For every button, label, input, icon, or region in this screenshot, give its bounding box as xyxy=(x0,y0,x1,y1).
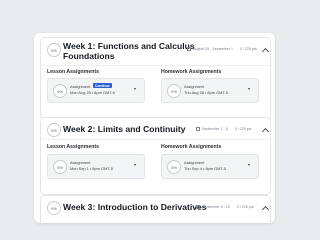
week-title: Week 3: Introduction to Derivatives xyxy=(63,202,207,212)
week-meta: September 8 - 15 0 / 225 pts xyxy=(196,205,254,209)
continue-badge[interactable]: Continue xyxy=(93,83,112,89)
caret-down-icon[interactable] xyxy=(248,164,250,166)
week-points: 0 / 225 pts xyxy=(239,47,257,51)
assignment-progress-value: 0% xyxy=(57,164,63,170)
chevron-up-icon[interactable] xyxy=(261,47,270,56)
week-2-card: 0% Week 2: Limits and Continuity Septemb… xyxy=(40,117,271,195)
week-dates: September 1 - 8 xyxy=(202,127,228,131)
assignment-title: Assignment xyxy=(70,84,91,89)
week-title: Week 2: Limits and Continuity xyxy=(63,124,186,134)
divider xyxy=(41,139,270,140)
week-meta: August 25 - September 1 0 / 225 pts xyxy=(187,47,257,51)
homework-assignments-label: Homework Assignments xyxy=(161,144,222,150)
assignment-title: Assignment xyxy=(70,160,91,165)
homework-assignment-card[interactable]: 0% Assignment Thu Sep 4 • 8pm GMT-5 xyxy=(161,154,259,179)
lesson-assignments-label: Lesson Assignments xyxy=(47,144,99,150)
chevron-up-icon[interactable] xyxy=(261,127,270,136)
caret-down-icon[interactable] xyxy=(134,88,136,90)
homework-assignment-card[interactable]: 0% Assignment Thu Aug 28 • 8pm GMT-5 xyxy=(161,78,259,103)
calendar-icon xyxy=(196,205,200,209)
week-1-card: 0% Week 1: Functions and Calculus Founda… xyxy=(40,37,271,121)
week-points: 0 / 225 pts xyxy=(236,205,254,209)
week-progress-circle: 0% xyxy=(47,201,61,215)
week-progress-circle: 0% xyxy=(47,123,61,137)
week-1-header[interactable]: 0% Week 1: Functions and Calculus Founda… xyxy=(41,38,270,62)
lesson-assignments-label: Lesson Assignments xyxy=(47,69,99,75)
assignment-progress-value: 0% xyxy=(171,88,177,94)
week-dates: August 25 - September 1 xyxy=(193,47,233,51)
assignment-progress-circle: 0% xyxy=(167,84,181,98)
assignment-title: Assignment xyxy=(184,160,205,165)
week-title-line-1: Week 1: Functions and Calculus xyxy=(63,41,195,51)
week-meta: September 1 - 8 0 / 225 pts xyxy=(196,127,252,131)
week-progress-value: 0% xyxy=(51,127,57,133)
chevron-up-icon[interactable] xyxy=(261,205,270,214)
caret-down-icon[interactable] xyxy=(248,88,250,90)
assignment-progress-circle: 0% xyxy=(167,160,181,174)
assignment-progress-value: 0% xyxy=(171,164,177,170)
week-progress-value: 0% xyxy=(51,205,57,211)
assignment-progress-circle: 0% xyxy=(53,160,67,174)
assignment-due-date: Mon Sep 1 • 8pm GMT-5 xyxy=(70,166,113,171)
week-2-header[interactable]: 0% Week 2: Limits and Continuity Septemb… xyxy=(41,118,270,137)
week-progress-circle: 0% xyxy=(47,43,61,57)
week-3-card: 0% Week 3: Introduction to Derivatives S… xyxy=(40,195,271,223)
caret-down-icon[interactable] xyxy=(134,164,136,166)
assignment-title: Assignment xyxy=(184,84,205,89)
lesson-assignment-card[interactable]: 0% Assignment Mon Sep 1 • 8pm GMT-5 xyxy=(47,154,145,179)
assignment-progress-circle: 0% xyxy=(53,84,67,98)
calendar-icon xyxy=(196,127,200,131)
assignment-progress-value: 0% xyxy=(57,88,63,94)
assignment-due-date: Thu Aug 28 • 8pm GMT-5 xyxy=(184,90,228,95)
week-3-header[interactable]: 0% Week 3: Introduction to Derivatives S… xyxy=(41,196,270,216)
assignment-due-date: Mon Aug 25 • 8pm GMT-5 xyxy=(70,90,115,95)
week-title-line-2: Foundations xyxy=(63,51,115,61)
week-dates: September 8 - 15 xyxy=(202,205,230,209)
lesson-assignment-card[interactable]: 0% Assignment Continue Mon Aug 25 • 8pm … xyxy=(47,78,145,103)
homework-assignments-label: Homework Assignments xyxy=(161,69,222,75)
divider xyxy=(41,65,270,66)
week-progress-value: 0% xyxy=(51,47,57,53)
assignment-due-date: Thu Sep 4 • 8pm GMT-5 xyxy=(184,166,227,171)
week-title: Week 1: Functions and Calculus Foundatio… xyxy=(63,41,195,61)
calendar-icon xyxy=(187,47,191,51)
course-schedule-panel: 0% Week 1: Functions and Calculus Founda… xyxy=(34,33,275,223)
week-points: 0 / 225 pts xyxy=(234,127,252,131)
